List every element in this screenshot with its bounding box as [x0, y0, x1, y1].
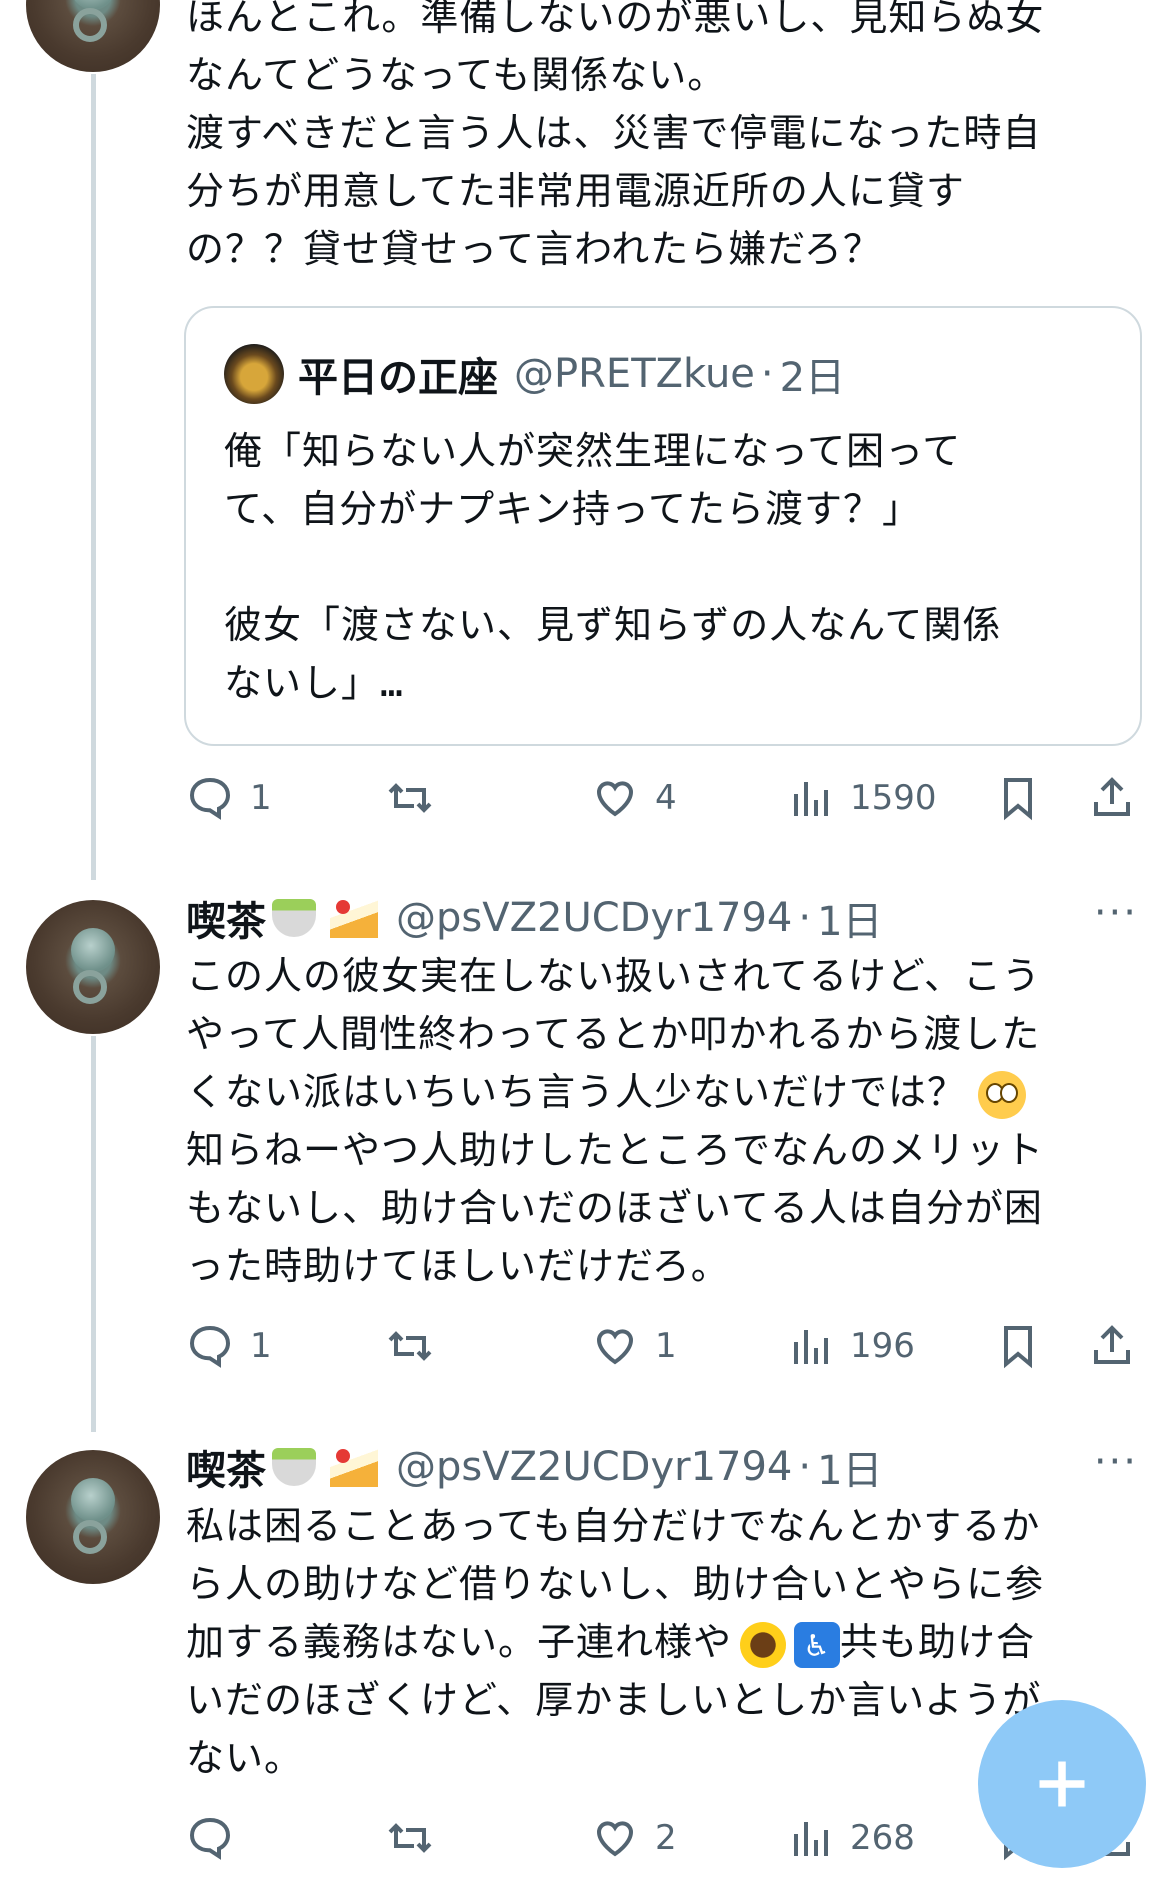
- more-options-button[interactable]: ···: [1094, 890, 1138, 936]
- like-count: 4: [655, 778, 677, 818]
- compose-button[interactable]: [978, 1700, 1146, 1868]
- retweet-button[interactable]: [386, 768, 434, 828]
- avatar[interactable]: [26, 0, 160, 72]
- like-button[interactable]: 1: [591, 1316, 677, 1376]
- quote-header: 平日の正座 @PRETZkue · 2日: [298, 344, 845, 404]
- retweet-button[interactable]: [386, 1316, 434, 1376]
- action-bar: 1 4 1590: [186, 768, 1136, 828]
- tweet-text: 私は困ることあっても自分だけでなんとかするか ら人の助けなど借りないし、助け合い…: [186, 1504, 1045, 1780]
- time-separator: ·: [760, 351, 774, 397]
- retweet-icon: [388, 1331, 432, 1361]
- author-name[interactable]: 喫茶: [186, 1438, 266, 1496]
- tweet-text: この人の彼女実在しない扱いされてるけど、こう やって人間性終わってるとか叩かれる…: [186, 954, 1045, 1288]
- avatar[interactable]: [26, 1450, 160, 1584]
- reply-button[interactable]: 1: [186, 1316, 272, 1376]
- views-count: 1590: [850, 778, 937, 818]
- tweet-text: ほんとこれ。準備しないのが悪いし、見知らぬ女 なんてどうなっても関係ない。 渡す…: [186, 0, 1045, 271]
- author-name[interactable]: 喫茶: [186, 889, 266, 947]
- thread-line: [91, 74, 96, 880]
- sunflower-emoji: [740, 1621, 787, 1668]
- reply-count: 1: [250, 1326, 272, 1366]
- time-separator: ·: [798, 1444, 812, 1490]
- reply-button[interactable]: 1: [186, 768, 272, 828]
- views-icon: [794, 1330, 828, 1364]
- bookmark-icon: [1004, 778, 1032, 821]
- more-options-button[interactable]: ···: [1094, 1439, 1138, 1485]
- reply-icon: [189, 777, 231, 820]
- reply-count: 1: [250, 778, 272, 818]
- views-count: 268: [850, 1818, 915, 1858]
- heart-icon: [596, 1821, 634, 1857]
- quote-author-handle: @PRETZkue: [514, 351, 755, 397]
- tea-emoji: [272, 1448, 316, 1486]
- cake-emoji: [330, 898, 378, 938]
- tweet-header: 喫茶 @psVZ2UCDyr1794 · 1日: [186, 1437, 883, 1497]
- quote-text: 俺「知らない人が突然生理になって困って て、自分がナプキン持ってたら渡す？」 彼…: [224, 429, 1002, 705]
- reply-icon: [189, 1817, 231, 1860]
- reply-button[interactable]: [186, 1808, 234, 1868]
- quoted-tweet[interactable]: 平日の正座 @PRETZkue · 2日 俺「知らない人が突然生理になって困って…: [184, 306, 1142, 746]
- share-icon: [1094, 1325, 1130, 1364]
- bookmark-button[interactable]: [994, 1316, 1042, 1376]
- retweet-icon: [388, 783, 432, 813]
- eye-roll-emoji: [978, 1070, 1027, 1119]
- heart-icon: [596, 781, 634, 817]
- author-handle[interactable]: @psVZ2UCDyr1794: [396, 895, 792, 941]
- views-count: 196: [850, 1326, 915, 1366]
- like-button[interactable]: 4: [591, 768, 677, 828]
- views-icon: [794, 782, 828, 816]
- views-icon: [794, 1822, 828, 1856]
- like-button[interactable]: 2: [591, 1808, 677, 1868]
- wheelchair-emoji: ♿: [794, 1621, 841, 1668]
- views-button[interactable]: 1590: [786, 768, 937, 828]
- like-count: 2: [655, 1818, 677, 1858]
- share-button[interactable]: [1088, 1316, 1136, 1376]
- quote-time: 2日: [779, 355, 846, 401]
- quote-avatar: [224, 344, 284, 404]
- share-icon: [1094, 777, 1130, 816]
- bookmark-icon: [1004, 1326, 1032, 1369]
- cake-emoji: [330, 1447, 378, 1487]
- retweet-icon: [388, 1823, 432, 1853]
- avatar[interactable]: [26, 900, 160, 1034]
- reply-icon: [189, 1325, 231, 1368]
- views-button[interactable]: 268: [786, 1808, 915, 1868]
- tea-emoji: [272, 899, 316, 937]
- plus-icon: [1039, 1761, 1085, 1807]
- tweet-header: 喫茶 @psVZ2UCDyr1794 · 1日: [186, 888, 883, 948]
- bookmark-button[interactable]: [994, 768, 1042, 828]
- views-button[interactable]: 196: [786, 1316, 915, 1376]
- tweet-time[interactable]: 1日: [817, 889, 882, 947]
- like-count: 1: [655, 1326, 677, 1366]
- retweet-button[interactable]: [386, 1808, 434, 1868]
- thread-line: [91, 1036, 96, 1432]
- quote-author-name: 平日の正座: [298, 355, 498, 401]
- action-bar: 1 1 196: [186, 1316, 1136, 1376]
- time-separator: ·: [798, 895, 812, 941]
- author-handle[interactable]: @psVZ2UCDyr1794: [396, 1444, 792, 1490]
- heart-icon: [596, 1329, 634, 1365]
- tweet-time[interactable]: 1日: [817, 1438, 882, 1496]
- share-button[interactable]: [1088, 768, 1136, 828]
